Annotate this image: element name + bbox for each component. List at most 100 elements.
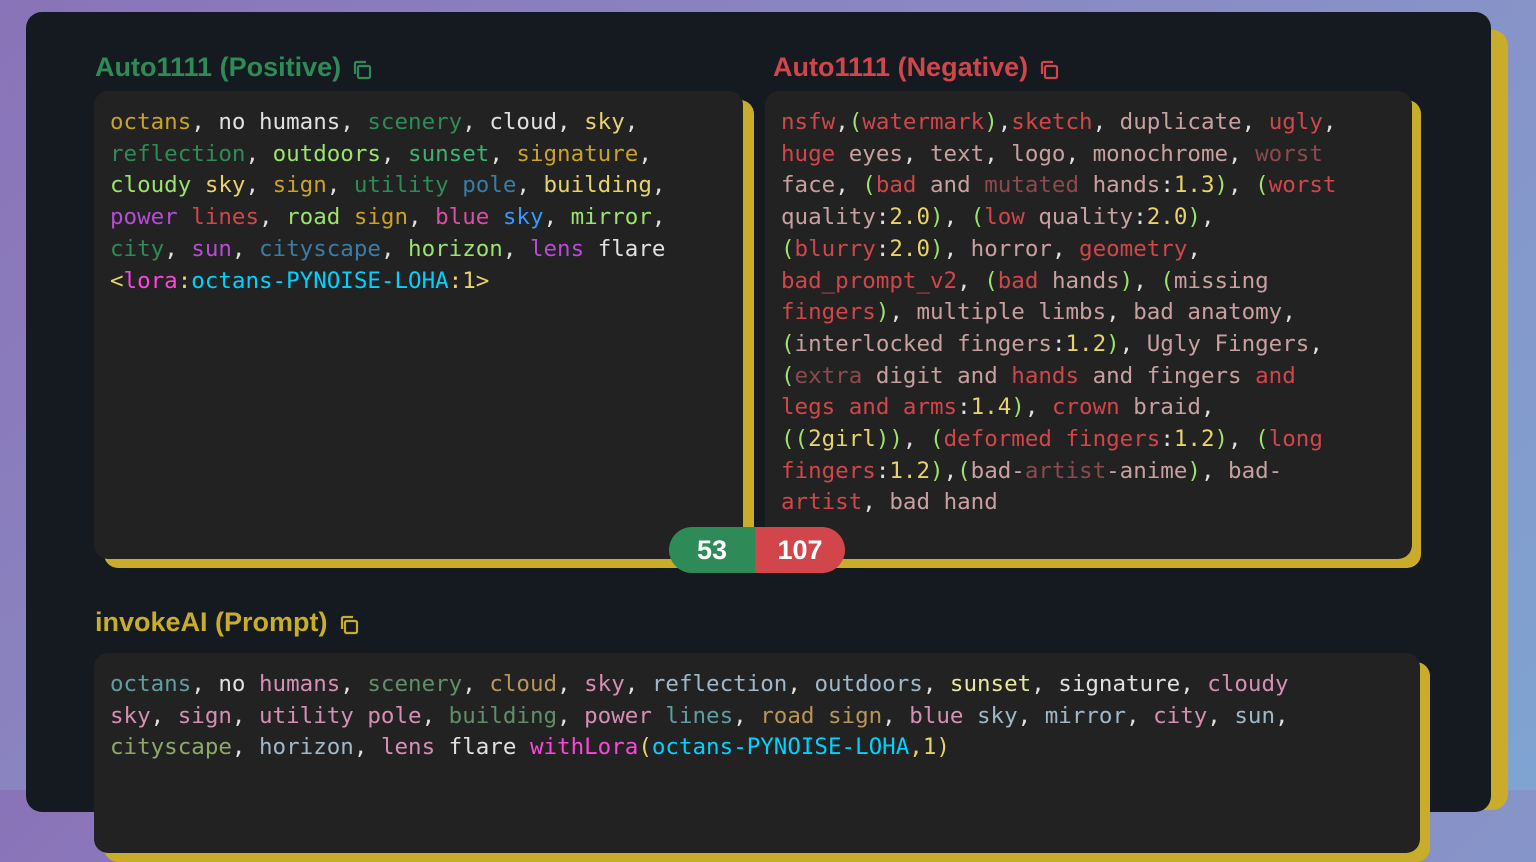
prompt-token: ( — [1255, 426, 1269, 453]
prompt-token: , — [835, 172, 863, 199]
invoke-prompt-box[interactable]: octans, no humans, scenery, cloud, sky, … — [94, 653, 1420, 853]
prompt-line: octans, no humans, scenery, cloud, sky, … — [110, 669, 1289, 701]
prompt-token: , — [245, 172, 273, 199]
prompt-token: , — [340, 109, 368, 135]
prompt-line: fingers:1.2),(bad-artist-anime), bad- — [781, 456, 1336, 488]
prompt-token: )) — [875, 426, 903, 453]
prompt-token: , — [462, 671, 490, 697]
prompt-token: , — [787, 671, 815, 697]
prompt-token: , — [1051, 235, 1080, 262]
prompt-token: flare — [597, 235, 666, 262]
prompt-token — [862, 363, 876, 389]
prompt-token: , — [462, 109, 490, 135]
prompt-token: low — [984, 204, 1025, 231]
prompt-token: , — [1207, 702, 1235, 729]
prompt-token: : — [1160, 172, 1174, 199]
prompt-token: lines — [191, 204, 260, 231]
prompt-token: pole — [462, 172, 517, 199]
prompt-token: eyes — [848, 140, 903, 167]
prompt-token: road — [286, 204, 341, 231]
prompt-token: deformed — [943, 426, 1052, 453]
prompt-token: , — [380, 235, 409, 262]
prompt-token: withLora — [529, 734, 639, 761]
prompt-token: , — [1180, 671, 1208, 697]
prompt-token — [449, 172, 463, 198]
prompt-token: : — [1051, 330, 1066, 357]
prompt-token: , — [1200, 457, 1229, 484]
prompt-token: horror — [970, 235, 1052, 262]
prompt-token: , — [191, 109, 219, 135]
positive-title: Auto1111 (Positive) — [95, 52, 373, 83]
negative-token-count: 107 — [755, 527, 845, 573]
prompt-token: sky — [204, 172, 246, 199]
prompt-token: octans-PYNOISE-LOHA — [651, 734, 910, 761]
prompt-token: : — [448, 267, 463, 294]
prompt-token: , — [502, 235, 530, 262]
prompt-token: lines — [665, 702, 734, 729]
prompt-token: , — [862, 489, 890, 516]
prompt-token: ( — [930, 426, 944, 453]
prompt-token: , — [1187, 235, 1201, 262]
copy-icon[interactable] — [338, 612, 360, 634]
positive-prompt-text: octans, no humans, scenery, cloud, sky, r… — [110, 107, 665, 297]
prompt-token: 1.3 — [1173, 172, 1215, 199]
prompt-token: , — [380, 140, 409, 167]
prompt-token: , — [651, 204, 666, 231]
prompt-token: ( — [1160, 267, 1174, 294]
prompt-token: blurry — [794, 235, 876, 262]
prompt-token: , — [902, 426, 931, 453]
prompt-token: , — [489, 140, 517, 167]
prompt-token: , — [259, 204, 287, 231]
prompt-token: bad — [889, 489, 931, 516]
prompt-token: duplicate — [1119, 109, 1242, 135]
prompt-token: Ugly — [1146, 330, 1201, 357]
prompt-token: , — [889, 299, 917, 326]
prompt-token: , — [1282, 299, 1296, 326]
copy-icon[interactable] — [351, 57, 373, 79]
prompt-token: signature — [1058, 671, 1181, 697]
prompt-token: ( — [781, 362, 795, 389]
prompt-token: , — [882, 702, 910, 729]
prompt-token — [889, 394, 903, 420]
negative-prompt-box[interactable]: nsfw,(watermark),sketch, duplicate, ugly… — [765, 91, 1412, 559]
positive-prompt-box[interactable]: octans, no humans, scenery, cloud, sky, r… — [94, 91, 743, 559]
prompt-token — [1052, 426, 1066, 452]
prompt-token: nsfw — [781, 109, 836, 135]
prompt-token: ) — [1119, 267, 1134, 294]
prompt-token: reflection — [110, 140, 246, 167]
prompt-token: quality — [1038, 204, 1134, 231]
prompt-token: 1.2 — [1065, 330, 1107, 357]
prompt-token — [516, 734, 530, 760]
prompt-token — [930, 489, 944, 515]
prompt-token: cloudy — [1207, 671, 1289, 697]
prompt-token: -anime — [1106, 457, 1188, 484]
prompt-token: sketch — [1011, 109, 1093, 135]
prompt-token: , — [638, 140, 652, 167]
prompt-token: arms — [902, 394, 958, 421]
prompt-token: : — [1160, 426, 1174, 453]
prompt-token: artist — [781, 489, 863, 516]
prompt-token: , — [1200, 204, 1215, 231]
prompt-token: , — [543, 204, 571, 231]
prompt-token: fingers — [1146, 362, 1242, 389]
prompt-token: mutated — [984, 172, 1080, 199]
prompt-token: and — [848, 394, 890, 421]
prompt-token: , — [651, 172, 666, 199]
prompt-line: (interlocked fingers:1.2), Ugly Fingers, — [781, 329, 1336, 361]
prompt-token — [963, 703, 977, 729]
prompt-token: hands — [1051, 267, 1120, 294]
prompt-token — [245, 109, 259, 135]
prompt-token: , — [191, 671, 219, 697]
prompt-token: power — [110, 204, 178, 231]
prompt-token — [971, 172, 985, 198]
token-count-badges: 53 107 — [669, 527, 845, 573]
prompt-token: fingers — [781, 299, 876, 326]
prompt-token: , — [1275, 702, 1289, 729]
prompt-token: ) — [1011, 394, 1025, 421]
copy-icon[interactable] — [1038, 57, 1060, 79]
prompt-token: legs — [781, 394, 836, 421]
prompt-token: humans — [259, 671, 341, 697]
prompt-token: octans — [110, 109, 192, 135]
prompt-token: , — [1200, 394, 1215, 421]
prompt-token: ) — [930, 235, 944, 262]
